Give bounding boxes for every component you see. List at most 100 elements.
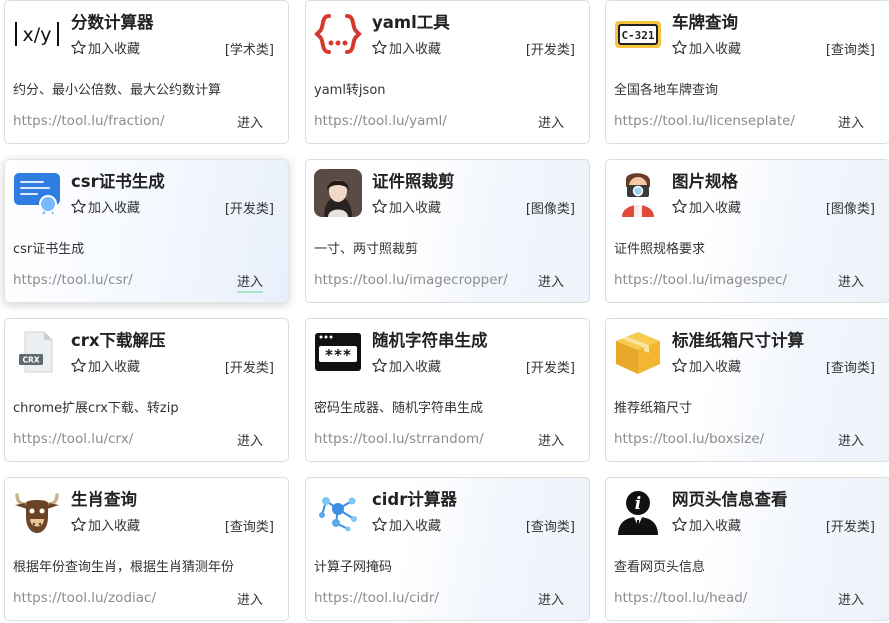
tool-title[interactable]: cidr计算器: [372, 486, 457, 510]
tool-title[interactable]: 证件照裁剪: [372, 168, 455, 192]
add-favorite-label: 加入收藏: [689, 519, 742, 534]
tool-title[interactable]: 标准纸箱尺寸计算: [672, 327, 804, 351]
tool-category: [学术类]: [224, 43, 274, 58]
tool-card-fraction[interactable]: x/y 分数计算器 加入收藏 [学术类] 约分、最小公倍数、最大公约数计算 ht…: [4, 0, 289, 144]
enter-button[interactable]: 进入: [538, 589, 564, 608]
add-favorite-button[interactable]: 加入收藏: [70, 197, 140, 216]
tool-url[interactable]: https://tool.lu/zodiac/: [13, 590, 156, 606]
tool-card-zodiac[interactable]: 生肖查询 加入收藏 [查询类] 根据年份查询生肖，根据生肖猜测年份 https:…: [4, 477, 289, 621]
add-favorite-label: 加入收藏: [88, 201, 141, 216]
star-icon: [672, 358, 687, 373]
tool-description: 密码生成器、随机字符串生成: [314, 401, 484, 416]
enter-button[interactable]: 进入: [237, 112, 263, 131]
photographer-icon: [614, 169, 662, 217]
tool-description: yaml转json: [314, 83, 386, 98]
add-favorite-button[interactable]: 加入收藏: [671, 197, 741, 216]
tool-category: [查询类]: [525, 520, 575, 535]
add-favorite-button[interactable]: 加入收藏: [371, 515, 441, 534]
add-favorite-label: 加入收藏: [88, 519, 141, 534]
tool-card-boxsize[interactable]: 标准纸箱尺寸计算 加入收藏 [查询类] 推荐纸箱尺寸 https://tool.…: [605, 318, 889, 462]
info-person-icon: i: [614, 487, 662, 535]
tool-title[interactable]: 网页头信息查看: [672, 486, 788, 510]
enter-button[interactable]: 进入: [237, 430, 263, 449]
tool-title[interactable]: csr证书生成: [71, 168, 165, 192]
star-icon: [372, 517, 387, 532]
tool-description: 证件照规格要求: [614, 242, 706, 257]
add-favorite-button[interactable]: 加入收藏: [671, 38, 741, 57]
tool-description: 全国各地车牌查询: [614, 83, 719, 98]
tool-url[interactable]: https://tool.lu/csr/: [13, 272, 133, 288]
yaml-braces-icon: [314, 10, 362, 58]
tool-url[interactable]: https://tool.lu/head/: [614, 590, 747, 606]
tool-url[interactable]: https://tool.lu/cidr/: [314, 590, 439, 606]
enter-button[interactable]: 进入: [838, 589, 864, 608]
enter-button[interactable]: 进入: [237, 271, 264, 293]
star-icon: [71, 358, 86, 373]
add-favorite-button[interactable]: 加入收藏: [671, 515, 741, 534]
enter-button[interactable]: 进入: [237, 589, 263, 608]
tool-card-cidr[interactable]: cidr计算器 加入收藏 [查询类] 计算子网掩码 https://tool.l…: [305, 477, 590, 621]
star-icon: [71, 199, 86, 214]
tool-category: [查询类]: [825, 43, 875, 58]
enter-button[interactable]: 进入: [838, 112, 864, 131]
add-favorite-label: 加入收藏: [88, 360, 141, 375]
tool-description: 计算子网掩码: [314, 560, 393, 575]
enter-button[interactable]: 进入: [538, 112, 564, 131]
svg-text:x/y: x/y: [23, 24, 52, 46]
enter-button[interactable]: 进入: [538, 430, 564, 449]
tool-card-strrandom[interactable]: *** 随机字符串生成 加入收藏 [开发类] 密码生成器、随机字符串生成 htt…: [305, 318, 590, 462]
tool-card-licenseplate[interactable]: C-321 车牌查询 加入收藏 [查询类] 全国各地车牌查询 https://t…: [605, 0, 889, 144]
tool-url[interactable]: https://tool.lu/imagespec/: [614, 272, 787, 288]
tool-title[interactable]: 生肖查询: [71, 486, 137, 510]
add-favorite-button[interactable]: 加入收藏: [671, 356, 741, 375]
tool-url[interactable]: https://tool.lu/crx/: [13, 431, 133, 447]
tool-title[interactable]: 车牌查询: [672, 9, 738, 33]
tool-title[interactable]: 随机字符串生成: [372, 327, 488, 351]
tool-category: [图像类]: [525, 202, 575, 217]
tool-url[interactable]: https://tool.lu/yaml/: [314, 113, 447, 129]
tool-title[interactable]: crx下载解压: [71, 327, 166, 351]
add-favorite-button[interactable]: 加入收藏: [70, 38, 140, 57]
add-favorite-label: 加入收藏: [389, 360, 442, 375]
tool-card-head[interactable]: i 网页头信息查看 加入收藏 [开发类] 查看网页头信息 https://too…: [605, 477, 889, 621]
tool-category: [开发类]: [224, 202, 274, 217]
add-favorite-label: 加入收藏: [88, 42, 141, 57]
portrait-photo-icon: [314, 169, 362, 217]
fraction-icon: x/y: [13, 10, 61, 58]
tool-card-imagecropper[interactable]: 证件照裁剪 加入收藏 [图像类] 一寸、两寸照裁剪 https://tool.l…: [305, 159, 590, 303]
tool-url[interactable]: https://tool.lu/boxsize/: [614, 431, 764, 447]
tool-url[interactable]: https://tool.lu/imagecropper/: [314, 272, 508, 288]
enter-button[interactable]: 进入: [538, 271, 564, 290]
tool-description: 查看网页头信息: [614, 560, 706, 575]
enter-button[interactable]: 进入: [838, 430, 864, 449]
tool-url[interactable]: https://tool.lu/strrandom/: [314, 431, 484, 447]
tool-title[interactable]: yaml工具: [372, 9, 450, 33]
tool-description: 一寸、两寸照裁剪: [314, 242, 419, 257]
tool-card-crx[interactable]: CRX crx下载解压 加入收藏 [开发类] chrome扩展crx下载、转zi…: [4, 318, 289, 462]
tool-url[interactable]: https://tool.lu/fraction/: [13, 113, 165, 129]
tool-card-imagespec[interactable]: 图片规格 加入收藏 [图像类] 证件照规格要求 https://tool.lu/…: [605, 159, 889, 303]
tool-category: [开发类]: [525, 361, 575, 376]
tool-title[interactable]: 图片规格: [672, 168, 738, 192]
add-favorite-button[interactable]: 加入收藏: [371, 356, 441, 375]
add-favorite-button[interactable]: 加入收藏: [371, 197, 441, 216]
tool-category: [开发类]: [525, 43, 575, 58]
tool-card-csr[interactable]: csr证书生成 加入收藏 [开发类] csr证书生成 https://tool.…: [4, 159, 289, 303]
tool-description: csr证书生成: [13, 242, 85, 257]
add-favorite-button[interactable]: 加入收藏: [70, 356, 140, 375]
svg-text:***: ***: [324, 346, 351, 364]
tool-description: 约分、最小公倍数、最大公约数计算: [13, 83, 222, 98]
tool-title[interactable]: 分数计算器: [71, 9, 154, 33]
tool-description: 根据年份查询生肖，根据生肖猜测年份: [13, 560, 235, 575]
tool-card-yaml[interactable]: yaml工具 加入收藏 [开发类] yaml转json https://tool…: [305, 0, 590, 144]
add-favorite-label: 加入收藏: [689, 42, 742, 57]
tool-category: [开发类]: [224, 361, 274, 376]
tool-category: [查询类]: [224, 520, 274, 535]
tool-card-grid: x/y 分数计算器 加入收藏 [学术类] 约分、最小公倍数、最大公约数计算 ht…: [0, 0, 889, 623]
tool-url[interactable]: https://tool.lu/licenseplate/: [614, 113, 795, 129]
star-icon: [372, 358, 387, 373]
tool-category: [开发类]: [825, 520, 875, 535]
add-favorite-button[interactable]: 加入收藏: [371, 38, 441, 57]
enter-button[interactable]: 进入: [838, 271, 864, 290]
add-favorite-button[interactable]: 加入收藏: [70, 515, 140, 534]
